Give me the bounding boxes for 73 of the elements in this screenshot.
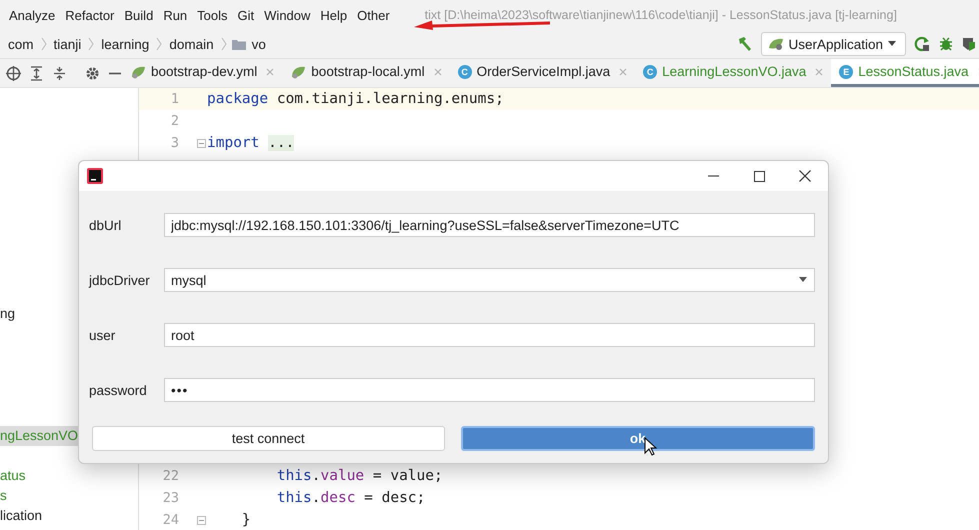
crosshair-icon[interactable] [6,66,21,80]
window-title: tixt [D:\heima\2023\software\tianjinew\116\code\tianji] - LessonStatus.java [tj-learning] [424,8,897,22]
editor-tab[interactable]: bootstrap-local.yml [282,59,450,87]
caret-icon [887,41,897,47]
menu-item[interactable]: Run [158,8,192,22]
run-configuration-dropdown[interactable]: UserApplication [761,32,906,56]
menu-item[interactable]: Git [232,8,260,22]
line-number: 1 [170,91,180,107]
text-field[interactable]: jdbc:mysql://192.168.150.101:3306/tj_learning?useSSL=false&serverTimezone=UTC [164,213,815,237]
menu-item[interactable]: Help [315,8,352,22]
code-line: this.value = value; [276,468,443,484]
leaf-icon [768,37,784,51]
leaf-icon [290,64,306,78]
editor-tab[interactable]: E LessonStatus.java [831,59,979,87]
coverage-icon[interactable] [962,36,975,52]
leaf-icon [130,64,146,78]
line-number: 24 [162,512,180,528]
menu-item[interactable]: Tools [192,8,233,22]
code-line: this.desc = desc; [276,490,426,506]
breadcrumb-item[interactable]: learning [99,36,152,52]
app-icon [87,168,103,184]
settings-icon[interactable] [85,66,100,80]
folder-icon [232,38,246,50]
code-line: package com.tianji.learning.enums; [207,91,504,107]
class-icon: C [643,64,658,78]
test-connect-button[interactable]: test connect [92,426,444,451]
editor-tab[interactable]: C OrderServiceImpl.java [450,59,636,87]
driver-dropdown[interactable]: mysql [164,268,815,292]
fold-icon [196,138,206,148]
line-number: 3 [170,135,180,151]
fold-icon [196,516,206,524]
class-icon: C [458,64,472,78]
menu-item[interactable]: Other [352,8,395,22]
editor-tab[interactable]: bootstrap-dev.yml [122,59,282,87]
line-number: 2 [170,113,180,129]
menu-item[interactable]: Analyze [4,8,60,22]
caret-icon [798,277,808,283]
bug-icon[interactable] [938,36,954,52]
collapse-all-icon[interactable] [52,66,67,80]
breadcrumb-item[interactable]: domain [167,36,216,52]
menu-item[interactable]: Window [259,8,316,22]
line-number: 23 [162,490,180,506]
breadcrumb-item[interactable]: com [6,36,36,52]
chevron-icon [88,37,94,51]
code-line: import ... [207,135,294,151]
breadcrumb-item[interactable]: tianji [52,36,84,52]
text-field[interactable]: root [164,323,815,347]
line-number: 22 [162,468,180,484]
maximize-icon[interactable] [754,170,764,182]
password-field[interactable]: ••• [164,378,815,402]
chevron-icon [40,37,47,51]
chevron-icon [220,37,227,51]
menu-item[interactable]: Build [119,8,158,22]
code-line: } [240,512,251,528]
field-label: password [89,382,148,398]
project-tree-item[interactable]: lication [0,506,138,526]
project-tree-item[interactable]: s [0,486,138,506]
ok-button[interactable]: ok [460,426,815,451]
rerun-icon[interactable] [914,36,930,52]
editor-tab[interactable]: C LearningLessonVO.java [635,59,832,87]
breadcrumb-item[interactable]: vo [250,36,268,52]
project-tree-item[interactable]: atus [0,466,138,486]
field-label: jdbcDriver [89,272,151,288]
minimize-icon[interactable] [708,175,718,177]
field-label: user [89,328,116,342]
expand-all-icon[interactable] [29,66,44,80]
close-icon[interactable] [799,170,811,182]
mouse-cursor-icon [644,437,657,456]
chevron-icon [156,37,162,51]
field-label: dbUrl [89,218,122,232]
enum-icon: E [839,64,854,78]
hammer-icon[interactable] [737,36,754,52]
menu-item[interactable]: Refactor [60,8,120,22]
